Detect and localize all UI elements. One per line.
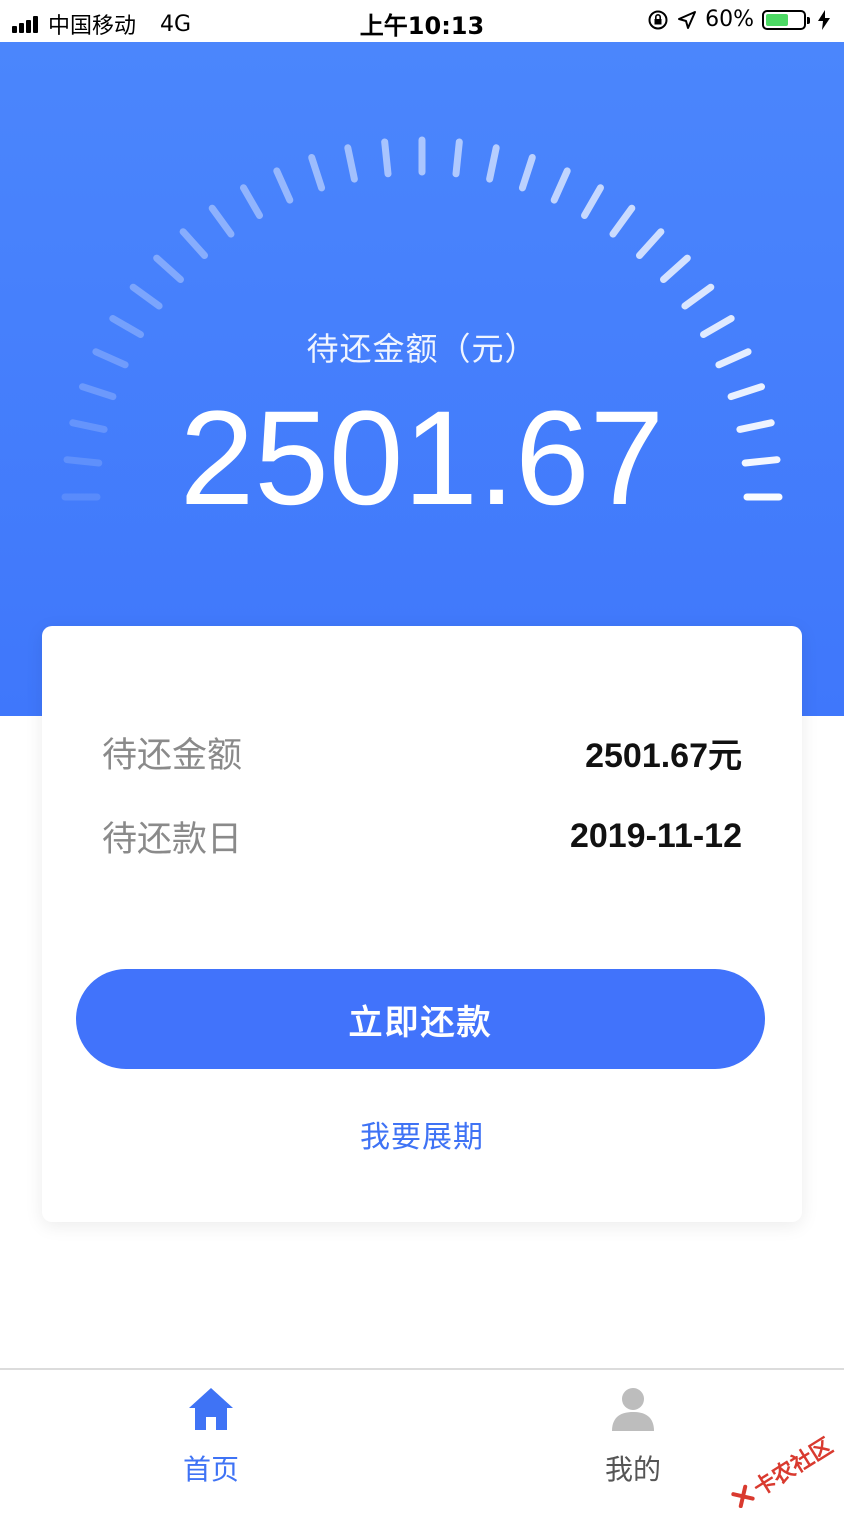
tab-home-label: 首页 [182, 1453, 239, 1486]
gauge-tick [681, 283, 715, 310]
battery-icon [762, 9, 810, 30]
tab-mine[interactable]: 我的 [563, 1370, 703, 1500]
battery-percent: 60% [705, 7, 754, 32]
due-date-value: 2019-11-12 [569, 816, 742, 855]
gauge-ticks [61, 136, 783, 501]
amount-value: 2501.67元 [585, 736, 742, 775]
gauge-tick [381, 138, 392, 178]
tab-mine-label: 我的 [604, 1453, 661, 1486]
gauge-tick [581, 184, 604, 219]
extend-term-link[interactable]: 我要展期 [42, 1112, 802, 1156]
gauge-tick [273, 167, 294, 204]
status-right: 60% [647, 7, 830, 32]
amount-label: 待还金额 [102, 735, 243, 776]
gauge-tick [452, 138, 463, 178]
repayment-card: 待还金额 2501.67元 待还款日 2019-11-12 立即还款 我要展期 [42, 626, 802, 1222]
gauge-tick [153, 254, 184, 283]
gauge-tick [518, 154, 536, 192]
gauge-tick [344, 144, 358, 183]
hero-amount: 2501.67 [179, 384, 665, 533]
hero-banner: 待还金额（元） 2501.67 [0, 42, 844, 716]
gauge-tick [308, 154, 326, 192]
gauge-tick [636, 228, 665, 259]
location-arrow-icon [678, 10, 697, 29]
gauge-tick [660, 254, 691, 283]
gauge-tick [208, 204, 235, 238]
home-icon [189, 1388, 233, 1430]
due-date-row: 待还款日 2019-11-12 [102, 811, 742, 861]
status-bar: 中国移动 4G 上午10:13 60% [0, 0, 844, 42]
gauge-tick [179, 228, 208, 259]
amount-row: 待还金额 2501.67元 [102, 727, 742, 777]
charging-icon [818, 9, 830, 30]
tab-home[interactable]: 首页 [141, 1370, 281, 1500]
gauge-tick [550, 167, 571, 204]
gauge-tick [240, 184, 263, 219]
repay-now-button[interactable]: 立即还款 [76, 969, 765, 1069]
due-date-label: 待还款日 [102, 819, 243, 860]
orientation-lock-icon [648, 10, 668, 29]
gauge-tick [129, 283, 163, 310]
gauge-tick [486, 144, 500, 183]
hero-amount-label: 待还金额（元） [306, 330, 538, 368]
gauge-tick [609, 204, 636, 238]
tab-bar: 首页 我的 [0, 1368, 844, 1502]
person-icon [612, 1388, 654, 1431]
